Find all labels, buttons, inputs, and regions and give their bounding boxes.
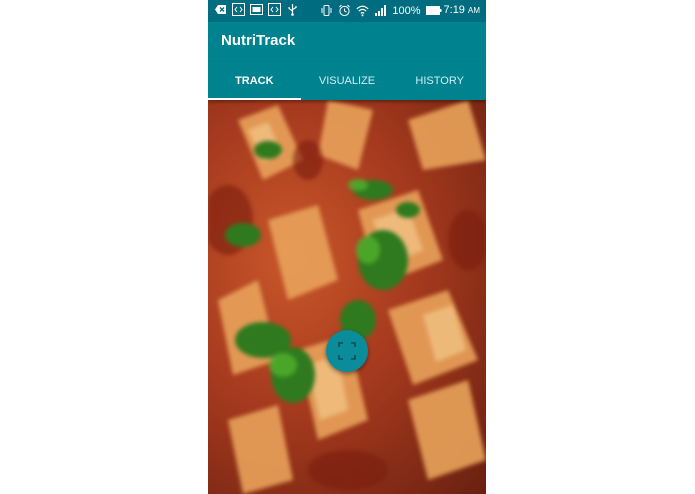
- code-icon: [268, 3, 281, 16]
- tab-visualize[interactable]: VISUALIZE: [301, 62, 394, 100]
- tab-bar: TRACK VISUALIZE HISTORY: [208, 62, 486, 100]
- app-bar: NutriTrack: [208, 22, 486, 62]
- scan-frame-icon: [338, 342, 356, 360]
- alarm-icon: [338, 4, 351, 17]
- clock: 7:19 AM: [444, 3, 480, 18]
- tab-history[interactable]: HISTORY: [393, 62, 486, 100]
- battery-percent: 100%: [392, 4, 421, 17]
- food-photo: [208, 100, 486, 494]
- camera-preview: [208, 100, 486, 494]
- status-bar: 100% 7:19 AM: [208, 0, 486, 22]
- clock-time: 7:19: [443, 4, 465, 16]
- wifi-icon: [356, 4, 369, 17]
- battery-icon: [425, 4, 442, 17]
- scan-button[interactable]: [326, 330, 368, 372]
- clock-ampm: AM: [468, 6, 480, 15]
- notification-icon: [214, 3, 227, 16]
- app-title: NutriTrack: [221, 32, 296, 49]
- image-icon: [250, 3, 263, 16]
- signal-icon: [374, 4, 387, 17]
- code-icon: [232, 3, 245, 16]
- vibrate-icon: [320, 4, 333, 17]
- usb-icon: [286, 3, 299, 16]
- tab-track[interactable]: TRACK: [208, 62, 301, 100]
- phone-screen: 100% 7:19 AM NutriTrack TRACK VISUALIZE …: [208, 0, 486, 494]
